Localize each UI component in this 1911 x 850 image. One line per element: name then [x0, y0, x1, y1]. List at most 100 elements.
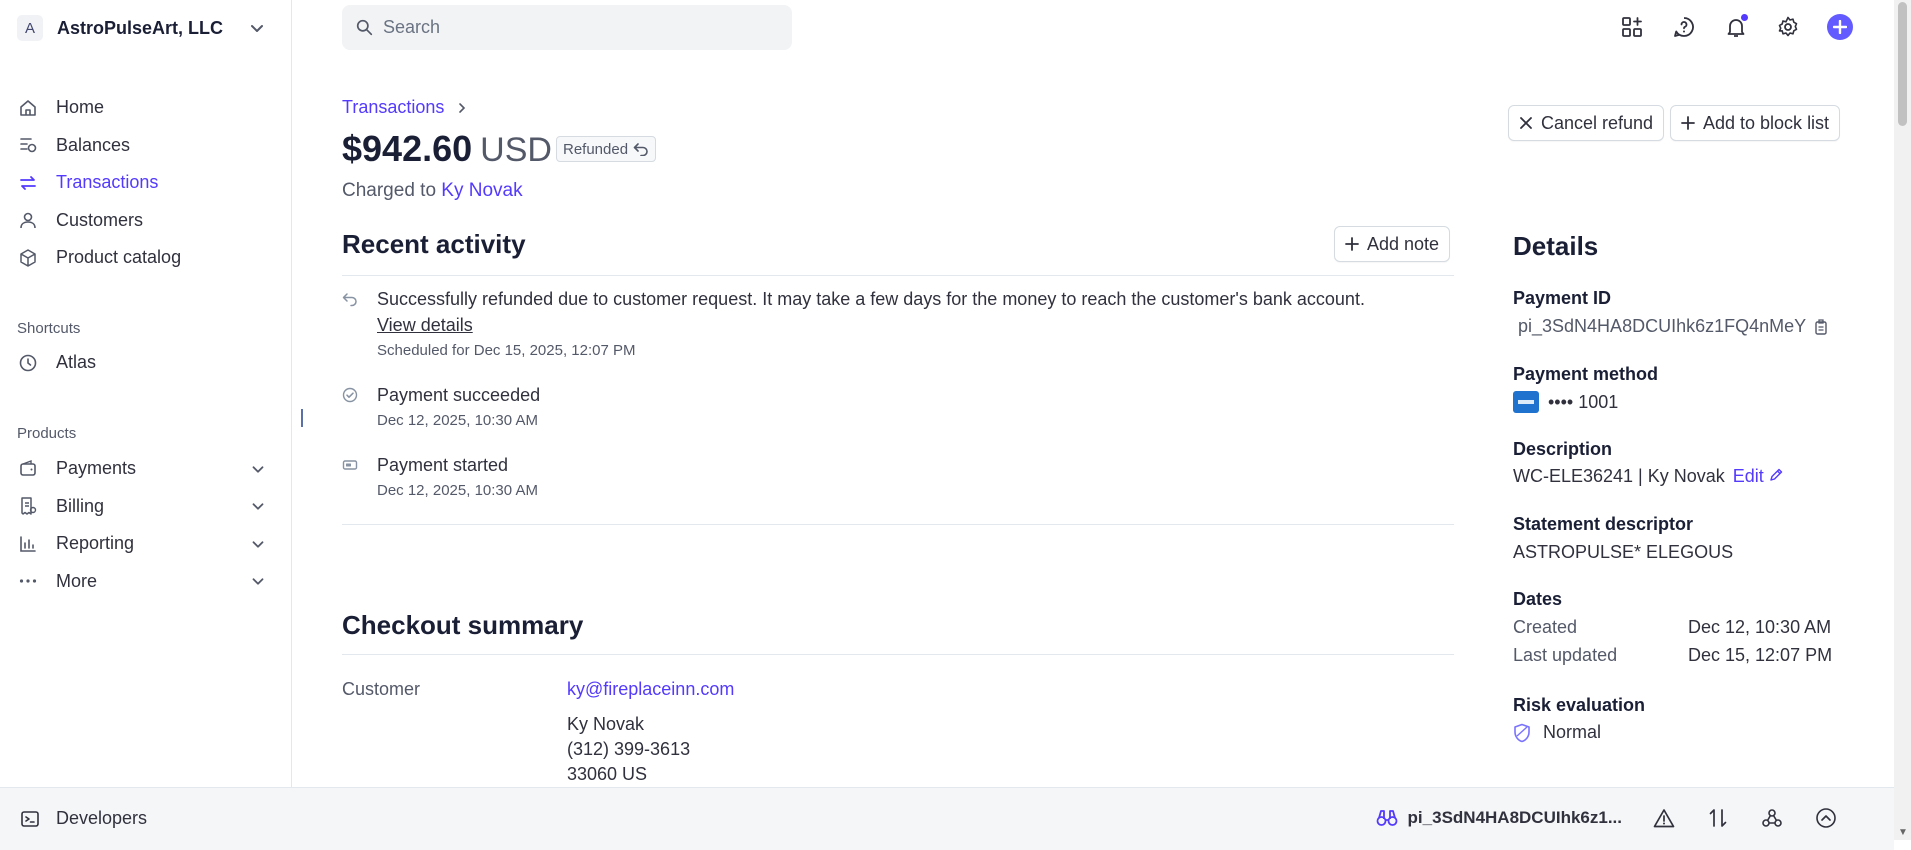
customer-link[interactable]: Ky Novak	[441, 180, 522, 201]
refund-icon	[342, 293, 357, 307]
help-icon	[1674, 17, 1694, 37]
risk-evaluation: Normal	[1513, 722, 1601, 743]
sidebar-item-label: Billing	[56, 495, 105, 516]
customer-label: Customer	[342, 679, 421, 699]
cancel-refund-button[interactable]: Cancel refund	[1508, 105, 1665, 141]
customer-name: Ky Novak	[567, 714, 645, 734]
sidebar-item-label: Home	[56, 97, 105, 118]
add-to-block-list-button[interactable]: Add to block list	[1670, 105, 1841, 141]
gear-icon	[1778, 16, 1798, 37]
balances-icon	[17, 134, 39, 156]
transfer-arrows-icon	[1709, 809, 1727, 827]
customer-address: 33060 US	[567, 764, 648, 784]
shortcuts-nav: Atlas	[17, 344, 267, 382]
risk-evaluation-label: Risk evaluation	[1513, 695, 1646, 715]
activity-item: Payment succeeded Dec 12, 2025, 10:30 AM	[342, 385, 1454, 431]
expand-panel-button[interactable]	[1814, 806, 1838, 830]
add-note-button[interactable]: Add note	[1334, 226, 1451, 262]
amount-value: $942.60	[342, 128, 473, 169]
amex-card-icon	[1513, 391, 1539, 413]
apps-button[interactable]	[1619, 14, 1645, 40]
refund-icon	[633, 143, 648, 156]
chevron-down-icon	[252, 541, 264, 548]
sidebar-item-label: Balances	[56, 134, 131, 155]
help-button[interactable]	[1671, 14, 1697, 40]
sidebar-item-label: Atlas	[56, 352, 97, 373]
page-scrollbar[interactable]: ▼	[1894, 0, 1911, 840]
sidebar-item-label: Transactions	[56, 172, 159, 193]
webhooks-button[interactable]	[1760, 806, 1784, 830]
activity-text: Payment started	[377, 455, 509, 475]
edit-label: Edit	[1732, 466, 1764, 486]
customer-phone: (312) 399-3613	[567, 739, 691, 759]
payment-icon	[342, 460, 358, 470]
developers-label: Developers	[56, 808, 148, 828]
view-details-link[interactable]: View details	[377, 315, 473, 336]
create-button[interactable]	[1827, 14, 1853, 40]
sidebar-item-billing[interactable]: Billing	[17, 488, 267, 526]
activity-timestamp: Dec 12, 2025, 10:30 AM	[377, 412, 538, 429]
activity-timestamp: Scheduled for Dec 15, 2025, 12:07 PM	[377, 342, 636, 359]
products-nav: Payments Billing Reporting More	[17, 450, 267, 600]
breadcrumb: Transactions	[342, 97, 468, 118]
payment-method-label: Payment method	[1513, 364, 1659, 384]
chevron-down-icon	[252, 503, 264, 510]
edit-description-button[interactable]: Edit	[1733, 466, 1783, 487]
settings-button[interactable]	[1775, 14, 1801, 40]
scroll-down-arrow[interactable]: ▼	[1898, 827, 1908, 838]
account-switcher[interactable]: A AstroPulseArt, LLC	[17, 12, 267, 44]
sidebar-item-atlas[interactable]: Atlas	[17, 344, 267, 382]
requests-button[interactable]	[1706, 806, 1730, 830]
copy-icon[interactable]	[1814, 318, 1828, 335]
chart-icon	[17, 533, 39, 555]
sidebar-item-payments[interactable]: Payments	[17, 450, 267, 488]
shortcuts-heading: Shortcuts	[17, 320, 81, 337]
sidebar: A AstroPulseArt, LLC Home Balances Trans…	[0, 0, 292, 787]
add-note-label: Add note	[1367, 233, 1440, 254]
terminal-icon	[21, 810, 39, 827]
chevron-down-icon	[252, 466, 264, 473]
scrollbar-thumb[interactable]	[1898, 2, 1907, 126]
breadcrumb-transactions-link[interactable]: Transactions	[342, 97, 444, 118]
charged-to: Charged to Ky Novak	[342, 180, 523, 202]
account-name: AstroPulseArt, LLC	[57, 17, 224, 38]
payment-method-value: •••• 1001	[1548, 391, 1619, 412]
sidebar-item-label: Product catalog	[56, 247, 182, 268]
sidebar-item-balances[interactable]: Balances	[17, 127, 267, 165]
warning-button[interactable]	[1652, 806, 1676, 830]
payment-id-label: Payment ID	[1513, 288, 1612, 308]
sidebar-item-more[interactable]: More	[17, 563, 267, 601]
sidebar-item-label: More	[56, 570, 98, 591]
search-bar[interactable]	[342, 5, 792, 50]
sidebar-item-label: Reporting	[56, 533, 135, 554]
sidebar-item-reporting[interactable]: Reporting	[17, 525, 267, 563]
plus-icon	[1681, 116, 1695, 130]
payment-id: pi_3SdN4HA8DCUIhk6z1FQ4nMeY	[1518, 316, 1828, 337]
inspect-object-button[interactable]: pi_3SdN4HA8DCUIhk6z1...	[1376, 808, 1622, 828]
customer-icon	[17, 209, 39, 231]
sidebar-item-product-catalog[interactable]: Product catalog	[17, 239, 267, 277]
payment-amount: $942.60 USD	[342, 128, 552, 170]
activity-text: Payment succeeded	[377, 385, 541, 405]
recent-activity-heading: Recent activity	[342, 229, 526, 259]
cancel-refund-label: Cancel refund	[1541, 112, 1654, 133]
add-to-block-list-label: Add to block list	[1703, 112, 1830, 133]
sidebar-item-customers[interactable]: Customers	[17, 202, 267, 240]
search-input[interactable]	[383, 17, 763, 38]
sidebar-item-label: Payments	[56, 458, 137, 479]
dates-label: Dates	[1513, 589, 1563, 609]
status-badge: Refunded	[556, 136, 657, 162]
amount-currency: USD	[480, 131, 552, 169]
activity-text: Successfully refunded due to customer re…	[377, 289, 1365, 309]
developers-button[interactable]: Developers	[20, 808, 147, 829]
sidebar-item-transactions[interactable]: Transactions	[17, 164, 267, 202]
customer-email-link[interactable]: ky@fireplaceinn.com	[567, 679, 734, 700]
payment-method: •••• 1001	[1513, 391, 1618, 413]
text-cursor	[301, 409, 303, 427]
sidebar-item-label: Customers	[56, 209, 144, 230]
box-icon	[17, 247, 39, 269]
notifications-button[interactable]	[1723, 14, 1749, 40]
last-updated-label: Last updated	[1513, 645, 1618, 665]
sidebar-item-home[interactable]: Home	[17, 89, 267, 127]
notification-dot	[1741, 14, 1748, 21]
